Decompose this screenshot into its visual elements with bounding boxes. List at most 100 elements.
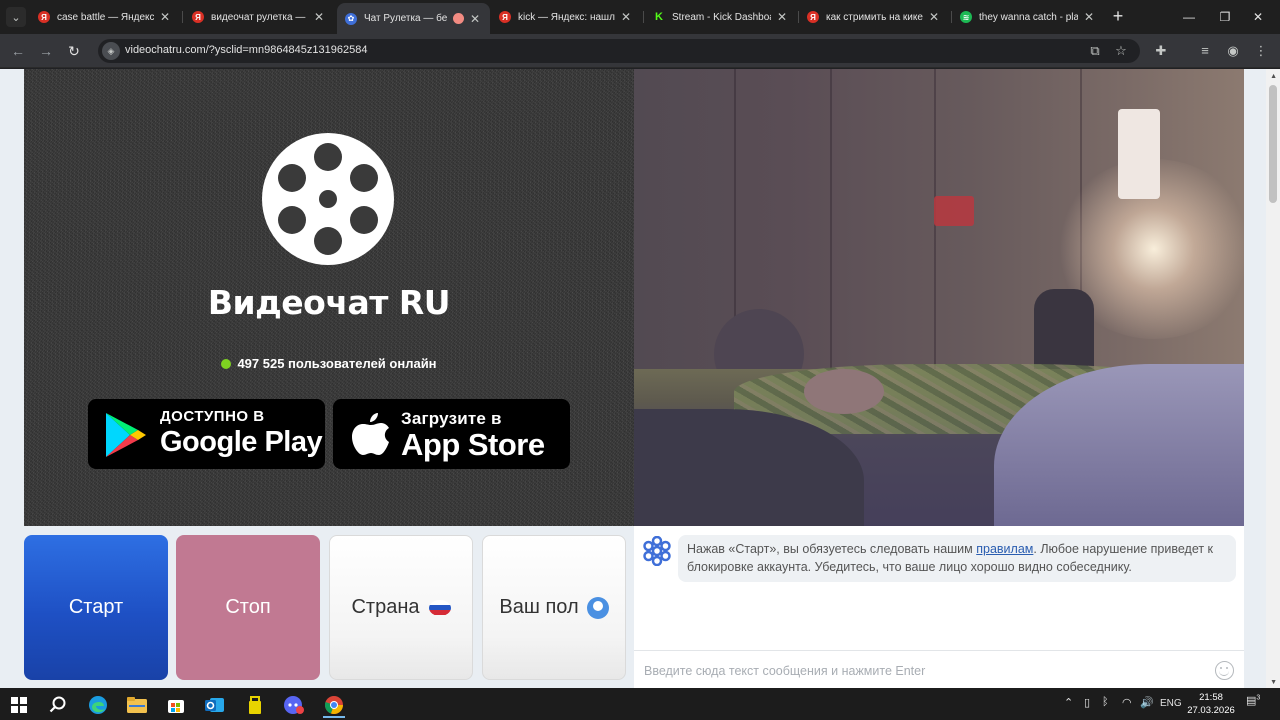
media-controls-icon[interactable]: ≡	[1196, 42, 1214, 60]
scroll-thumb[interactable]	[1269, 85, 1277, 203]
volume-icon[interactable]: 🔊	[1140, 696, 1154, 709]
close-tab-icon[interactable]: ✕	[619, 10, 633, 24]
country-select-button[interactable]: Страна	[329, 535, 473, 680]
stop-button[interactable]: Стоп	[176, 535, 320, 680]
rules-link[interactable]: правилам	[976, 542, 1033, 556]
emoji-smile-icon[interactable]	[1215, 661, 1234, 680]
yandex-icon: Я	[192, 11, 204, 23]
close-tab-icon[interactable]: ✕	[468, 12, 482, 26]
chrome-icon[interactable]	[319, 692, 349, 718]
tab-title: как стримить на кике	[826, 11, 923, 23]
close-tab-icon[interactable]: ✕	[775, 10, 789, 24]
tab-kick-search[interactable]: Я kick — Яндекс: нашло ✕	[491, 0, 641, 34]
roulette-favicon-icon: ✿	[345, 12, 357, 25]
close-window-button[interactable]: ✕	[1236, 0, 1280, 34]
tab-title: they wanna catch - pla	[979, 11, 1078, 23]
page-content: Видеочат RU 497 525 пользователей онлайн…	[0, 69, 1280, 688]
brand-title: Видеочат RU	[207, 283, 451, 322]
tab-kick-dashboard[interactable]: K Stream - Kick Dashboa ✕	[645, 0, 797, 34]
scroll-up-arrow-icon[interactable]: ▲	[1270, 73, 1277, 80]
google-play-small-text: ДОСТУПНО В	[160, 408, 265, 425]
online-status-dot	[221, 359, 232, 369]
bookmark-star-icon[interactable]: ☆	[1112, 42, 1130, 60]
new-tab-button[interactable]: +	[1108, 7, 1128, 27]
start-button[interactable]: Старт	[24, 535, 168, 680]
chat-panel: Нажав «Старт», вы обязуетесь следовать н…	[634, 526, 1244, 688]
close-tab-icon[interactable]: ✕	[1082, 10, 1096, 24]
google-play-button[interactable]: ДОСТУПНО В Google Play	[88, 399, 325, 469]
menu-icon[interactable]: ⋮	[1252, 42, 1270, 60]
tab-title: Чат Рулетка — бе	[364, 13, 448, 24]
microsoft-store-icon[interactable]	[161, 692, 191, 718]
outlook-icon[interactable]	[200, 692, 230, 718]
tab-how-to-stream[interactable]: Я как стримить на кике ✕	[799, 0, 949, 34]
spotify-icon: ≋	[960, 11, 972, 23]
tab-chat-roulette[interactable]: ✿ Чат Рулетка — бе ✕	[337, 3, 490, 34]
taskbar-clock[interactable]: 21:58 27.03.2026	[1186, 691, 1236, 717]
tab-title: видеочат рулетка — Я	[211, 11, 308, 23]
url-text[interactable]: videochatru.com/?ysclid=mn9864845z131962…	[125, 44, 367, 56]
scroll-down-arrow-icon[interactable]: ▼	[1270, 679, 1277, 686]
gender-avatar-icon	[586, 596, 609, 619]
system-notice-message: Нажав «Старт», вы обязуетесь следовать н…	[678, 535, 1236, 582]
app-store-big-text: App Store	[401, 427, 545, 462]
chat-input-field[interactable]: Введите сюда текст сообщения и нажмите E…	[634, 650, 1244, 688]
page-scrollbar[interactable]: ▲ ▼	[1266, 69, 1280, 688]
forward-button[interactable]: →	[36, 41, 56, 61]
recording-icon	[453, 13, 464, 24]
start-label: Старт	[68, 596, 124, 618]
edge-icon[interactable]	[83, 692, 113, 718]
tab-title: Stream - Kick Dashboa	[672, 11, 771, 23]
close-tab-icon[interactable]: ✕	[158, 10, 172, 24]
app-store-small-text: Загрузите в	[401, 409, 502, 428]
language-indicator[interactable]: ENG	[1160, 698, 1182, 709]
discord-icon[interactable]	[279, 692, 309, 718]
tab-case-battle[interactable]: Я case battle — Яндекс ✕	[30, 0, 180, 34]
tab-title: kick — Яндекс: нашло	[518, 11, 615, 23]
notice-text-start: Нажав «Старт», вы обязуетесь следовать н…	[687, 542, 977, 556]
gender-select-button[interactable]: Ваш пол	[482, 535, 626, 680]
google-play-big-text: Google Play	[160, 426, 323, 458]
reload-button[interactable]: ↻	[64, 41, 84, 61]
tab-search-button[interactable]: ⌄	[6, 7, 26, 27]
stop-label: Стоп	[225, 596, 271, 618]
local-video-panel: Видеочат RU 497 525 пользователей онлайн…	[24, 69, 634, 526]
gender-label: Ваш пол	[499, 596, 579, 618]
wifi-icon[interactable]: ◠	[1122, 696, 1132, 709]
file-explorer-icon[interactable]	[122, 692, 152, 718]
game-app-icon[interactable]	[240, 692, 270, 718]
battery-icon[interactable]: ▯	[1084, 696, 1090, 709]
online-counter: 497 525 пользователей онлайн	[24, 356, 634, 371]
tab-videochat-search[interactable]: Я видеочат рулетка — Я ✕	[184, 0, 334, 34]
revolver-cylinder-logo-icon	[262, 133, 394, 265]
clock-time: 21:58	[1199, 692, 1223, 703]
tab-spotify[interactable]: ≋ they wanna catch - pla ✕	[952, 0, 1104, 34]
remote-video-panel	[634, 69, 1244, 526]
browser-tab-strip: ⌄ Я case battle — Яндекс ✕ Я видеочат ру…	[0, 0, 1280, 34]
country-label: Страна	[351, 596, 420, 618]
notifications-icon[interactable]: ▤3	[1246, 694, 1260, 707]
yandex-icon: Я	[38, 11, 50, 23]
install-app-icon[interactable]: ⧉	[1086, 42, 1104, 60]
russia-flag-icon	[428, 599, 451, 616]
browser-toolbar: ← → ↻ ◈ videochatru.com/?ysclid=mn986484…	[0, 34, 1280, 68]
extensions-icon[interactable]: ✚	[1152, 42, 1170, 60]
profile-icon[interactable]: ◉	[1224, 42, 1242, 60]
close-tab-icon[interactable]: ✕	[927, 10, 941, 24]
site-info-icon[interactable]: ◈	[102, 42, 120, 60]
online-count-text: 497 525 пользователей онлайн	[237, 356, 437, 371]
tab-title: case battle — Яндекс	[57, 11, 154, 23]
yandex-icon: Я	[499, 11, 511, 23]
bluetooth-icon[interactable]: ᛒ	[1102, 696, 1109, 708]
apple-icon	[352, 413, 389, 455]
kick-icon: K	[653, 11, 665, 23]
notification-count-badge: 3	[1256, 694, 1261, 702]
app-store-button[interactable]: Загрузите в App Store	[333, 399, 570, 469]
tray-overflow-icon[interactable]: ⌃	[1064, 696, 1073, 709]
system-bot-avatar-icon	[643, 536, 671, 566]
search-icon[interactable]	[43, 692, 73, 718]
address-bar[interactable]: ◈ videochatru.com/?ysclid=mn9864845z1319…	[98, 39, 1140, 63]
back-button[interactable]: ←	[8, 41, 28, 61]
windows-start-icon[interactable]	[4, 692, 34, 718]
close-tab-icon[interactable]: ✕	[312, 10, 326, 24]
